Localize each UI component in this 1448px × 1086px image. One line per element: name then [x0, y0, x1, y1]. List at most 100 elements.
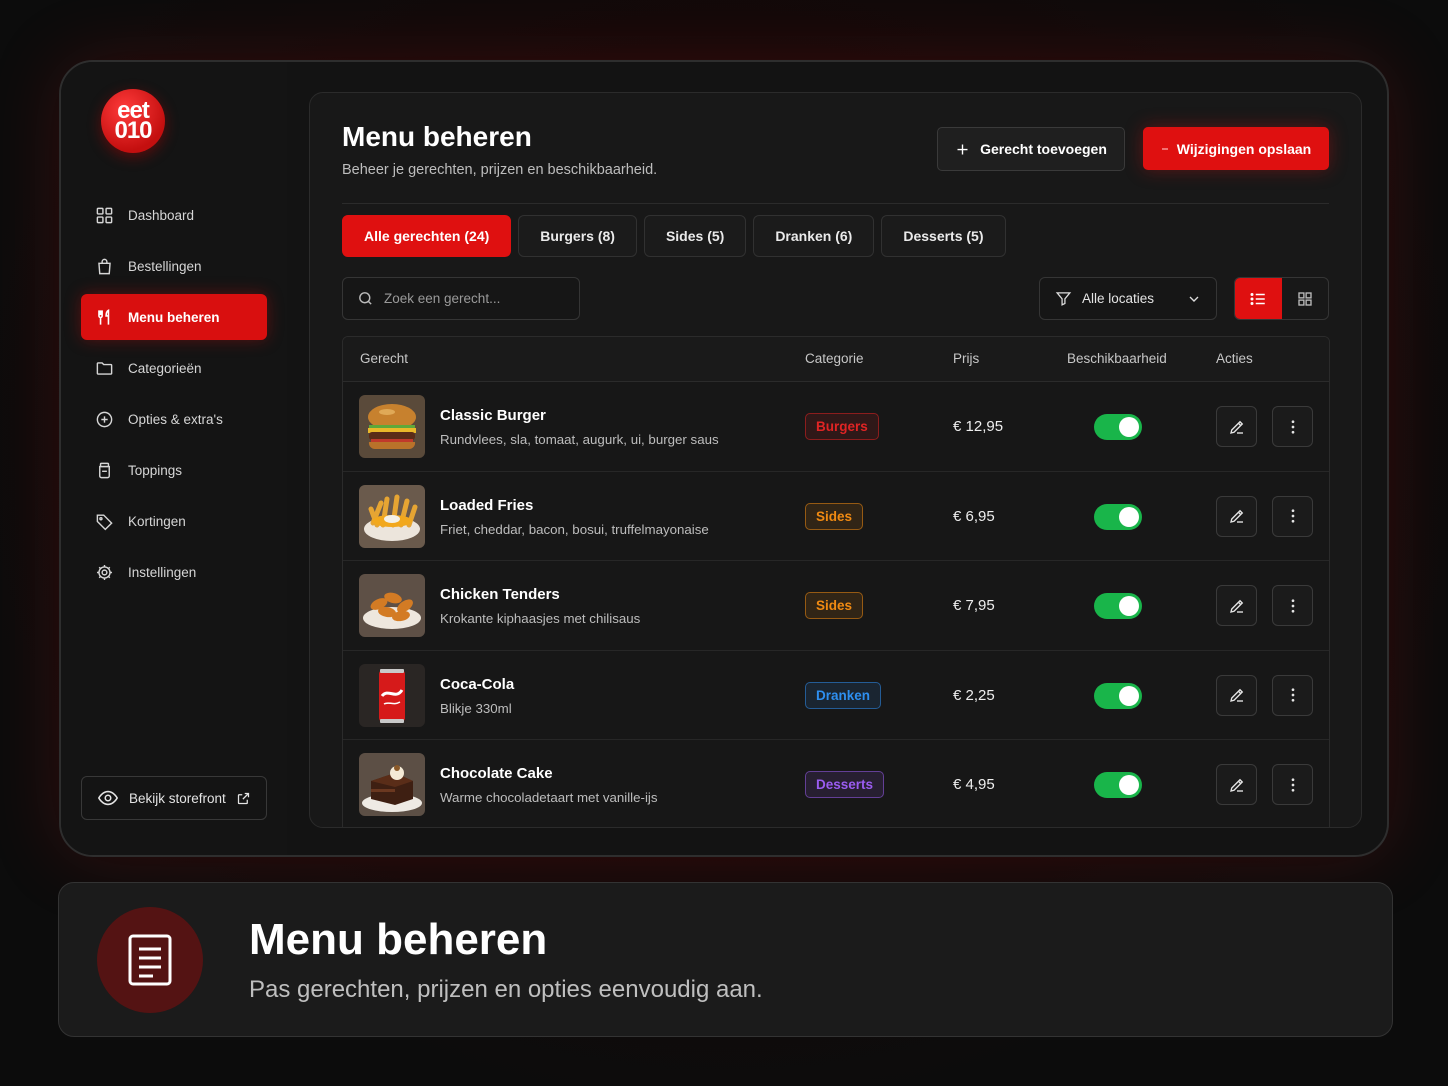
- category-badge: Desserts: [805, 771, 885, 798]
- table-header: Gerecht Categorie Prijs Beschikbaarheid …: [343, 337, 1329, 382]
- cola-image: [359, 663, 425, 727]
- location-select[interactable]: Alle locaties: [1039, 277, 1217, 320]
- table-body: Classic Burger Rundvlees, sla, tomaat, au…: [343, 382, 1329, 827]
- more-options-button[interactable]: [1272, 585, 1313, 626]
- dish-name: Chocolate Cake: [440, 765, 553, 782]
- dish-name: Chicken Tenders: [440, 586, 560, 603]
- availability-toggle[interactable]: [1094, 593, 1142, 619]
- page-subtitle: Beheer je gerechten, prijzen en beschikb…: [342, 162, 658, 178]
- toggle-knob: [1119, 417, 1139, 437]
- dish-description: Blikje 330ml: [440, 700, 512, 716]
- more-options-button[interactable]: [1272, 674, 1313, 716]
- dish-description: Rundvlees, sla, tomaat, augurk, ui, burg…: [440, 432, 719, 447]
- main-panel: Menu beheren Beheer je gerechten, prijze…: [309, 92, 1362, 828]
- search-box[interactable]: [342, 277, 580, 320]
- dish-price: € 6,95: [953, 507, 995, 525]
- grid-icon: [1298, 291, 1312, 306]
- category-badge: Dranken: [805, 681, 882, 709]
- toggle-knob: [1119, 685, 1139, 706]
- sidebar-item-instellingen[interactable]: Instellingen: [81, 549, 267, 595]
- column-actions: Acties: [1216, 351, 1253, 366]
- sidebar-item-bestellingen[interactable]: Bestellingen: [81, 243, 267, 289]
- fries-image: [359, 484, 425, 548]
- chevron-down-icon: [1189, 296, 1199, 302]
- edit-button[interactable]: [1216, 406, 1257, 447]
- more-vertical-icon: [1291, 509, 1294, 523]
- edit-button[interactable]: [1216, 585, 1257, 626]
- availability-toggle[interactable]: [1094, 414, 1142, 440]
- dish-name: Coca-Cola: [440, 675, 515, 693]
- list-icon: [1250, 292, 1265, 305]
- save-changes-button[interactable]: Wijzigingen opslaan: [1143, 127, 1329, 170]
- view-storefront-button[interactable]: Bekijk storefront: [81, 776, 267, 820]
- dish-price: € 12,95: [953, 418, 1004, 435]
- dashboard-icon: [95, 206, 114, 225]
- tab-burgers-8[interactable]: Burgers (8): [518, 215, 637, 257]
- view-toggle: [1234, 277, 1329, 320]
- caption-card: Menu beheren Pas gerechten, prijzen en o…: [58, 882, 1393, 1037]
- dish-name: Loaded Fries: [440, 496, 534, 514]
- dish-description: Warme chocoladetaart met vanille-ijs: [440, 790, 658, 805]
- toggle-knob: [1119, 596, 1139, 616]
- edit-button[interactable]: [1216, 495, 1257, 537]
- category-tabs: Alle gerechten (24) Burgers (8) Sides (5) D…: [342, 215, 1006, 257]
- header-divider: [342, 203, 1329, 204]
- sidebar-item-label: Bestellingen: [128, 258, 202, 274]
- grid-view-button[interactable]: [1282, 278, 1329, 319]
- sidebar-item-categorieen[interactable]: Categorieën: [81, 345, 267, 391]
- sidebar-item-opties-extra-s[interactable]: Opties & extra's: [81, 396, 267, 442]
- sidebar-item-kortingen[interactable]: Kortingen: [81, 498, 267, 544]
- fork-knife-icon: [95, 308, 114, 327]
- edit-button[interactable]: [1216, 764, 1257, 805]
- dish-name: Classic Burger: [440, 407, 546, 424]
- sidebar-item-toppings[interactable]: Toppings: [81, 447, 267, 493]
- location-select-value: Alle locaties: [1082, 291, 1155, 306]
- pencil-icon: [1229, 688, 1243, 702]
- category-badge: Sides: [805, 592, 864, 619]
- dish-description: Krokante kiphaasjes met chilisaus: [440, 611, 641, 626]
- pencil-icon: [1229, 420, 1243, 434]
- eye-icon: [97, 790, 119, 806]
- tab-desserts-5[interactable]: Desserts (5): [881, 215, 1006, 257]
- column-availability: Beschikbaarheid: [1067, 351, 1167, 366]
- tab-alle-gerechten-24[interactable]: Alle gerechten (24): [342, 215, 512, 257]
- sidebar-nav: Dashboard Bestellingen Menu beheren Categor…: [81, 192, 267, 600]
- column-price: Prijs: [953, 351, 980, 366]
- app-window: eet 010 Dashboard Bestellingen Menu behere…: [59, 60, 1389, 857]
- tag-icon: [95, 512, 114, 531]
- sidebar: eet 010 Dashboard Bestellingen Menu behere…: [61, 62, 287, 855]
- tenders-image: [359, 574, 425, 637]
- burger-image: [359, 395, 425, 458]
- sidebar-item-dashboard[interactable]: Dashboard: [81, 192, 267, 238]
- more-options-button[interactable]: [1272, 406, 1313, 447]
- dish-price: € 2,25: [953, 686, 995, 704]
- tab-sides-5[interactable]: Sides (5): [643, 215, 747, 257]
- more-vertical-icon: [1291, 777, 1294, 792]
- more-options-button[interactable]: [1272, 495, 1313, 537]
- document-icon: [97, 907, 203, 1013]
- tab-dranken-6[interactable]: Dranken (6): [753, 215, 875, 257]
- more-vertical-icon: [1291, 598, 1294, 613]
- brand-logo[interactable]: eet 010: [101, 89, 165, 153]
- category-badge: Burgers: [805, 413, 879, 440]
- page-title: Menu beheren: [342, 121, 532, 152]
- save-dot-icon: [1161, 147, 1168, 150]
- list-view-button[interactable]: [1235, 278, 1282, 319]
- table-row: Chocolate Cake Warme chocoladetaart met v…: [343, 740, 1329, 827]
- edit-button[interactable]: [1216, 674, 1257, 716]
- sidebar-item-menu-beheren[interactable]: Menu beheren: [81, 294, 267, 340]
- search-input[interactable]: [384, 291, 564, 306]
- add-dish-button[interactable]: Gerecht toevoegen: [937, 127, 1125, 171]
- availability-toggle[interactable]: [1094, 682, 1142, 709]
- toggle-knob: [1119, 775, 1139, 795]
- menu-table: Gerecht Categorie Prijs Beschikbaarheid …: [342, 336, 1330, 827]
- sidebar-item-label: Opties & extra's: [128, 411, 223, 427]
- toggle-knob: [1119, 506, 1139, 527]
- table-row: Coca-Cola Blikje 330ml Dranken € 2,25: [343, 651, 1329, 740]
- table-row: Loaded Fries Friet, cheddar, bacon, bosui…: [343, 472, 1329, 561]
- cake-image: [359, 753, 425, 816]
- availability-toggle[interactable]: [1094, 772, 1142, 798]
- more-options-button[interactable]: [1272, 764, 1313, 805]
- shopping-bag-icon: [95, 257, 114, 276]
- availability-toggle[interactable]: [1094, 503, 1142, 530]
